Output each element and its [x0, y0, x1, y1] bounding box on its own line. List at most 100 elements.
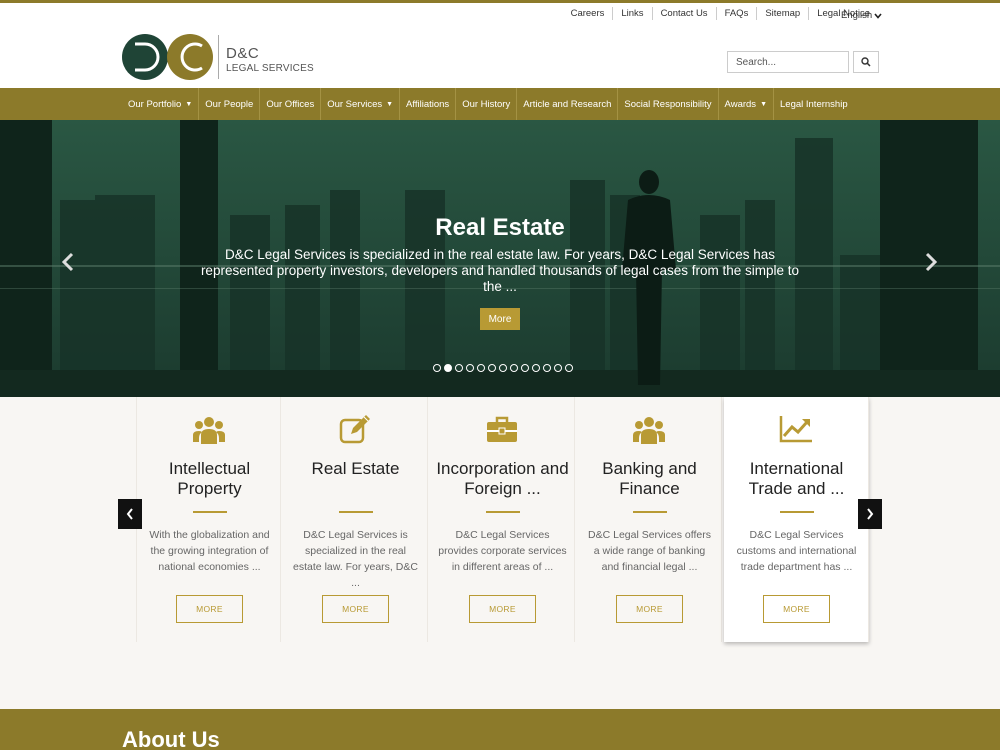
caret-down-icon: ▼: [760, 100, 767, 108]
service-more-button[interactable]: MORE: [616, 595, 683, 623]
service-more-button[interactable]: MORE: [322, 595, 389, 623]
title-underline: [633, 511, 667, 513]
main-nav: Our Portfolio ▼ Our People Our Offices Our S…: [0, 88, 1000, 120]
service-card[interactable]: Banking and Finance D&C Legal Services o…: [577, 397, 722, 642]
search-input[interactable]: [727, 51, 849, 73]
search-button[interactable]: [853, 51, 879, 73]
carousel-dot[interactable]: [455, 364, 463, 372]
site-logo[interactable]: D&C LEGAL SERVICES: [122, 33, 322, 81]
carousel-dot[interactable]: [433, 364, 441, 372]
dc-logo-mark-icon: [122, 34, 213, 80]
service-title: Incorporation and Foreign ...: [436, 459, 569, 498]
carousel-dot[interactable]: [554, 364, 562, 372]
carousel-dot[interactable]: [521, 364, 529, 372]
utility-link-careers[interactable]: Careers: [563, 7, 613, 20]
hero-description: D&C Legal Services is specialized in the…: [200, 247, 800, 294]
nav-item-our-history[interactable]: Our History: [456, 88, 518, 120]
chevron-left-icon: [61, 252, 74, 272]
language-label: English: [841, 10, 873, 21]
carousel-dot[interactable]: [477, 364, 485, 372]
carousel-dot[interactable]: [466, 364, 474, 372]
nav-item-our-services[interactable]: Our Services ▼: [321, 88, 401, 120]
people-group-icon: [577, 414, 721, 446]
service-title: International Trade and ...: [748, 459, 845, 498]
nav-item-our-portfolio[interactable]: Our Portfolio ▼: [122, 88, 200, 120]
nav-item-label: Our Offices: [266, 98, 315, 110]
chevron-right-icon: [867, 508, 874, 520]
title-underline: [193, 511, 227, 513]
hero-carousel: Real Estate D&C Legal Services is specia…: [0, 120, 1000, 397]
utility-bar: Careers Links Contact Us FAQs Sitemap Le…: [0, 3, 1000, 25]
service-title: Banking and Finance: [602, 459, 697, 498]
logo-name: D&C: [226, 45, 260, 62]
service-more-button[interactable]: MORE: [763, 595, 830, 623]
nav-item-label: Our History: [462, 98, 511, 110]
service-card[interactable]: Incorporation and Foreign ... D&C Legal …: [430, 397, 575, 642]
nav-item-legal-internship[interactable]: Legal Internship: [774, 88, 854, 120]
title-underline: [486, 511, 520, 513]
hero-title: Real Estate: [435, 214, 565, 241]
hero-next-button[interactable]: [921, 250, 941, 274]
nav-item-label: Affiliations: [406, 98, 450, 110]
language-selector[interactable]: English: [841, 10, 882, 21]
service-card[interactable]: International Trade and ... D&C Legal Se…: [724, 397, 869, 642]
chevron-down-icon: [874, 11, 882, 21]
service-description: D&C Legal Services customs and internati…: [736, 529, 857, 573]
site-header: D&C LEGAL SERVICES: [0, 25, 1000, 88]
nav-item-label: Legal Internship: [780, 98, 848, 110]
nav-item-article-and-research[interactable]: Article and Research: [517, 88, 619, 120]
title-underline: [780, 511, 814, 513]
utility-link-sitemap[interactable]: Sitemap: [756, 7, 808, 20]
services-section: Intellectual Property With the globaliza…: [0, 397, 1000, 709]
service-card[interactable]: Intellectual Property With the globaliza…: [136, 397, 281, 642]
about-title: About Us: [122, 727, 220, 750]
carousel-indicators: [433, 364, 573, 372]
nav-item-label: Our Services: [327, 98, 383, 110]
chevron-left-icon: [126, 508, 133, 520]
service-title: Intellectual Property: [168, 459, 251, 498]
services-prev-button[interactable]: [118, 499, 142, 529]
search-icon: [861, 57, 871, 67]
utility-link-contact[interactable]: Contact Us: [651, 7, 716, 20]
hero-prev-button[interactable]: [58, 250, 78, 274]
service-description: D&C Legal Services offers a wide range o…: [588, 529, 711, 573]
nav-item-our-people[interactable]: Our People: [199, 88, 261, 120]
title-underline: [339, 511, 373, 513]
carousel-dot[interactable]: [510, 364, 518, 372]
about-section: About Us: [0, 709, 1000, 750]
logo-subtitle: LEGAL SERVICES: [226, 63, 314, 74]
caret-down-icon: ▼: [185, 100, 193, 108]
service-description: With the globalization and the growing i…: [149, 529, 270, 573]
nav-item-social-responsibility[interactable]: Social Responsibility: [618, 88, 719, 120]
utility-link-faqs[interactable]: FAQs: [715, 7, 757, 20]
briefcase-icon: [430, 414, 574, 446]
chevron-right-icon: [925, 252, 938, 272]
nav-item-our-offices[interactable]: Our Offices: [260, 88, 322, 120]
utility-links: Careers Links Contact Us FAQs Sitemap Le…: [563, 7, 878, 20]
service-more-button[interactable]: MORE: [469, 595, 536, 623]
service-more-button[interactable]: MORE: [176, 595, 243, 623]
carousel-dot[interactable]: [499, 364, 507, 372]
nav-item-label: Our Portfolio: [128, 98, 182, 110]
trend-chart-icon: [724, 414, 868, 444]
utility-link-links[interactable]: Links: [612, 7, 651, 20]
nav-item-affiliations[interactable]: Affiliations: [400, 88, 457, 120]
caret-down-icon: ▼: [386, 100, 394, 108]
nav-item-label: Our People: [205, 98, 254, 110]
people-group-icon: [137, 414, 280, 446]
carousel-dot[interactable]: [565, 364, 573, 372]
services-next-button[interactable]: [858, 499, 882, 529]
carousel-dot[interactable]: [532, 364, 540, 372]
carousel-dot[interactable]: [488, 364, 496, 372]
carousel-dot[interactable]: [543, 364, 551, 372]
edit-icon: [283, 414, 427, 446]
hero-more-button[interactable]: More: [480, 308, 520, 330]
service-title: Real Estate: [311, 459, 400, 478]
nav-item-awards[interactable]: Awards ▼: [719, 88, 774, 120]
service-description: D&C Legal Services provides corporate se…: [438, 529, 567, 573]
logo-divider: [218, 35, 219, 79]
carousel-dot[interactable]: [444, 364, 452, 372]
service-card[interactable]: Real Estate D&C Legal Services is specia…: [283, 397, 428, 642]
nav-item-label: Awards: [724, 98, 757, 110]
service-description: D&C Legal Services is specialized in the…: [293, 529, 418, 589]
